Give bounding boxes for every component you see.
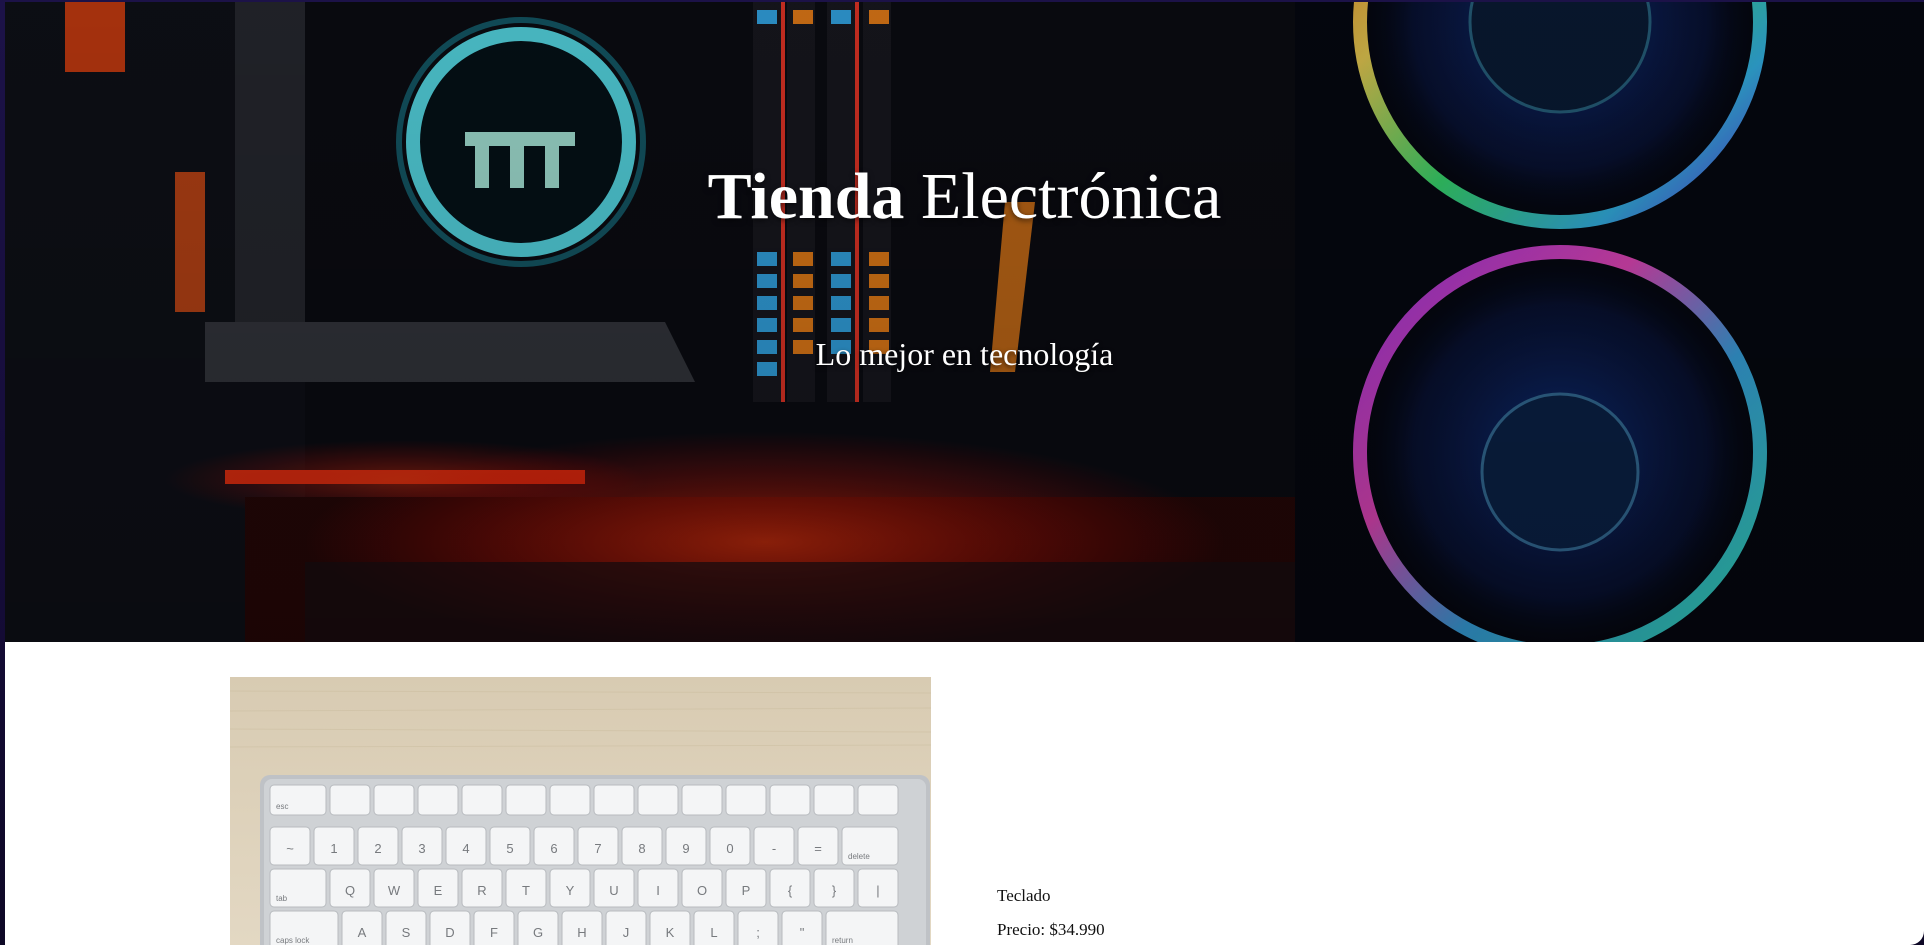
keyboard-key-label: Q <box>345 883 355 898</box>
keyboard-key-label: " <box>800 925 805 940</box>
keyboard-key <box>857 784 899 816</box>
keyboard-key-label: P <box>742 883 751 898</box>
keyboard-key-label: J <box>623 925 630 940</box>
keyboard-key-label: tab <box>276 894 288 903</box>
keyboard-key-label: A <box>358 925 367 940</box>
keyboard-key-label: ~ <box>286 841 294 856</box>
product-image-keyboard[interactable]: esc ~1 2 3 4 5 6 7 8 9 0 - = delete tab Q W E R T Y U I O P {} | ca… <box>230 677 931 945</box>
keyboard-key <box>549 784 591 816</box>
keyboard-key <box>417 784 459 816</box>
page-subtitle: Lo mejor en tecnología <box>815 336 1114 372</box>
desktop-background: Tienda Electrónica Lo mejor en tecnologí… <box>0 0 1924 945</box>
keyboard-key-label: 1 <box>330 841 337 856</box>
keyboard-key-label: 3 <box>418 841 425 856</box>
keyboard-key-label: 9 <box>682 841 689 856</box>
keyboard-key <box>461 784 503 816</box>
keyboard-key-label: S <box>402 925 411 940</box>
keyboard-key <box>505 784 547 816</box>
hero-background-image <box>5 2 1924 642</box>
keyboard-key-label: - <box>772 841 776 856</box>
keyboard-key <box>329 784 371 816</box>
keyboard-key-label: Y <box>566 883 575 898</box>
keyboard-key-label: T <box>522 883 530 898</box>
keyboard-key <box>725 784 767 816</box>
product-name: Teclado <box>997 886 1051 905</box>
keyboard-key-label: E <box>434 883 443 898</box>
keyboard-key-label: 2 <box>374 841 381 856</box>
keyboard-key-label: 5 <box>506 841 513 856</box>
keyboard-key-label: H <box>577 925 586 940</box>
keyboard-key-label: esc <box>276 802 288 811</box>
keyboard-key-label: O <box>697 883 707 898</box>
hero-banner: Tienda Electrónica Lo mejor en tecnologí… <box>5 2 1924 642</box>
price-label: Precio: <box>997 920 1046 939</box>
keyboard-key-label: caps lock <box>276 936 310 945</box>
keyboard-key-label: L <box>710 925 717 940</box>
keyboard-key-label: G <box>533 925 543 940</box>
keyboard-key-label: 4 <box>462 841 469 856</box>
keyboard-key-label: | <box>876 883 879 898</box>
keyboard-key-label: ; <box>756 925 760 940</box>
price-value: $34.990 <box>1049 920 1105 939</box>
page-title-rest: Electrónica <box>920 160 1222 233</box>
keyboard-key-label: 8 <box>638 841 645 856</box>
keyboard-key-label: { <box>788 883 793 898</box>
keyboard-key-label: return <box>832 936 853 945</box>
keyboard-key-label: 7 <box>594 841 601 856</box>
keyboard-key-label: 0 <box>726 841 733 856</box>
keyboard-key-label: K <box>666 925 675 940</box>
keyboard-key <box>813 784 855 816</box>
keyboard-key-label: delete <box>848 852 870 861</box>
keyboard-key-label: W <box>388 883 401 898</box>
keyboard-key <box>637 784 679 816</box>
keyboard-key-label: D <box>445 925 454 940</box>
product-price: Precio: $34.990 <box>997 920 1105 940</box>
keyboard-key-label: U <box>609 883 618 898</box>
keyboard-key-label: } <box>832 883 837 898</box>
keyboard-key <box>593 784 635 816</box>
keyboard-key <box>373 784 415 816</box>
keyboard-photo: esc ~ 1 2 3 4 5 6 7 8 9 0 - = delete tab Q W E R T Y U I O P {} | ca… <box>230 677 931 945</box>
keyboard-key-label: 6 <box>550 841 557 856</box>
page-title: Tienda Electrónica <box>5 157 1924 237</box>
keyboard-key-label: R <box>477 883 486 898</box>
browser-viewport: Tienda Electrónica Lo mejor en tecnologí… <box>5 2 1924 945</box>
keyboard-key <box>681 784 723 816</box>
keyboard-key-label: = <box>814 841 822 856</box>
keyboard-key-label: I <box>656 883 660 898</box>
page-title-bold: Tienda <box>707 160 905 233</box>
keyboard-key <box>769 784 811 816</box>
keyboard-key-label: F <box>490 925 498 940</box>
keyboard-keys: esc ~ 1 2 3 4 5 6 7 8 9 0 - = delete tab Q W E R T Y U I O P {} | ca… <box>269 784 899 945</box>
